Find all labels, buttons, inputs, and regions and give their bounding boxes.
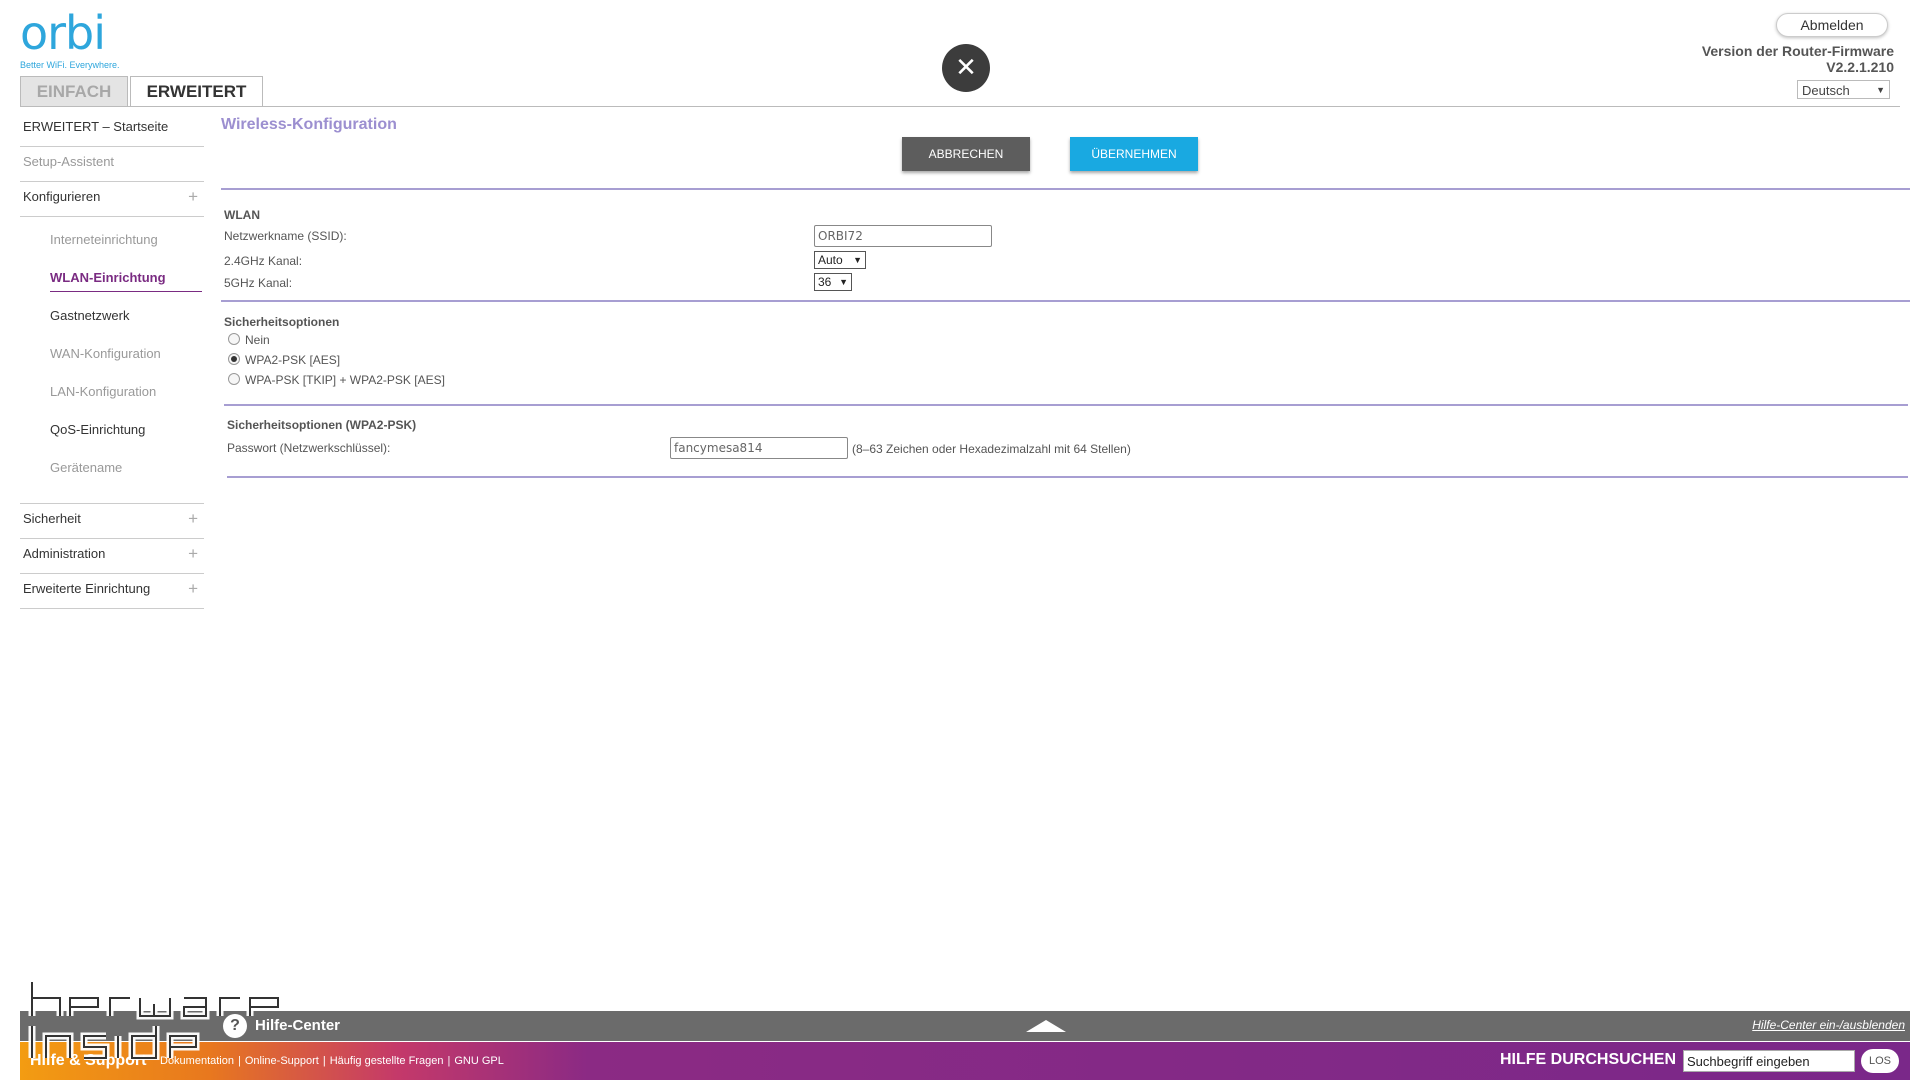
page-title: Wireless-Konfiguration <box>221 116 397 133</box>
sidebar-item-label: ERWEITERT – Startseite <box>23 119 169 134</box>
tab-divider <box>20 106 1900 107</box>
ssid-input[interactable] <box>814 225 992 247</box>
channel-24ghz-label: 2.4GHz Kanal: <box>224 254 303 268</box>
section-divider <box>227 476 1908 478</box>
sidebar-subitem-label: WLAN-Einrichtung <box>50 269 202 292</box>
watermark-logo <box>28 982 282 1060</box>
sidebar-item-label: Sicherheit <box>23 511 81 526</box>
sidebar-item-setup-wizard[interactable]: Setup-Assistent <box>20 147 204 182</box>
firmware-version: V2.2.1.210 <box>1826 59 1894 75</box>
radio-button[interactable] <box>228 353 240 365</box>
help-search-button[interactable]: LOS <box>1861 1049 1899 1073</box>
sidebar-subitem-wan[interactable]: WAN-Konfiguration <box>50 345 204 383</box>
sidebar-subitem-label: Gerätename <box>50 460 123 475</box>
radio-label: WPA-PSK [TKIP] + WPA2-PSK [AES] <box>245 373 445 387</box>
sidebar-subitem-label: LAN-Konfiguration <box>50 384 157 399</box>
sidebar-subitem-label: WAN-Konfiguration <box>50 346 161 361</box>
expand-up-icon[interactable] <box>1026 1020 1066 1032</box>
password-label: Passwort (Netzwerkschlüssel): <box>227 441 391 455</box>
language-select[interactable]: Deutsch ▼ <box>1797 80 1890 99</box>
logo-wordmark: orbi <box>20 6 106 60</box>
link-separator: | <box>447 1055 451 1067</box>
security-options-group: Nein WPA2-PSK [AES] WPA-PSK [TKIP] + WPA… <box>228 330 445 390</box>
security-option-wpa-mixed[interactable]: WPA-PSK [TKIP] + WPA2-PSK [AES] <box>228 370 445 390</box>
help-search-input[interactable] <box>1683 1050 1855 1072</box>
sidebar-item-security[interactable]: Sicherheit + <box>20 504 204 539</box>
radio-label: Nein <box>245 333 270 347</box>
channel-5ghz-value: 36 <box>818 275 832 289</box>
expand-icon[interactable]: + <box>188 539 198 569</box>
wpa2-section-title: Sicherheitsoptionen (WPA2-PSK) <box>227 418 417 432</box>
sidebar-item-advanced-setup[interactable]: Erweiterte Einrichtung + <box>20 574 204 609</box>
sidebar-item-configure[interactable]: Konfigurieren + <box>20 182 204 217</box>
configure-submenu: Interneteinrichtung WLAN-Einrichtung Gas… <box>20 217 204 504</box>
channel-24ghz-value: Auto <box>818 253 843 267</box>
expand-icon[interactable]: + <box>188 182 198 212</box>
sidebar-subitem-lan[interactable]: LAN-Konfiguration <box>50 383 204 421</box>
sidebar-subitem-qos[interactable]: QoS-Einrichtung <box>50 421 204 459</box>
orbi-logo: orbi Better WiFi. Everywhere. <box>20 10 120 70</box>
sidebar-subitem-device-name[interactable]: Gerätename <box>50 459 204 497</box>
apply-button[interactable]: ÜBERNEHMEN <box>1070 137 1198 171</box>
wlan-section-title: WLAN <box>224 208 260 222</box>
sidebar-item-label: Setup-Assistent <box>23 154 115 169</box>
security-option-none[interactable]: Nein <box>228 330 445 350</box>
section-divider <box>221 300 1910 302</box>
sidebar-item-administration[interactable]: Administration + <box>20 539 204 574</box>
cancel-button[interactable]: ABBRECHEN <box>902 137 1030 171</box>
channel-5ghz-label: 5GHz Kanal: <box>224 276 293 290</box>
sidebar-subitem-guest[interactable]: Gastnetzwerk <box>50 307 204 345</box>
tab-einfach[interactable]: EINFACH <box>20 76 128 107</box>
logout-button[interactable]: Abmelden <box>1776 13 1888 37</box>
channel-24ghz-select[interactable]: Auto ▼ <box>814 251 866 269</box>
help-center-toggle-link[interactable]: Hilfe-Center ein-/ausblenden <box>1752 1018 1905 1032</box>
sidebar-subitem-label: QoS-Einrichtung <box>50 422 146 437</box>
sidebar-item-home[interactable]: ERWEITERT – Startseite <box>20 112 204 147</box>
sidebar-subitem-internet[interactable]: Interneteinrichtung <box>50 231 204 269</box>
radio-button[interactable] <box>228 333 240 345</box>
section-divider <box>224 404 1908 406</box>
help-search-label: HILFE DURCHSUCHEN <box>1500 1051 1676 1068</box>
firmware-label: Version der Router-Firmware <box>1701 43 1894 59</box>
expand-icon[interactable]: + <box>188 504 198 534</box>
password-hint: (8–63 Zeichen oder Hexadezimalzahl mit 6… <box>852 442 1131 456</box>
chevron-down-icon: ▼ <box>853 255 862 265</box>
security-option-wpa2[interactable]: WPA2-PSK [AES] <box>228 350 445 370</box>
expand-icon[interactable]: + <box>188 574 198 604</box>
channel-5ghz-select[interactable]: 36 ▼ <box>814 273 852 291</box>
ssid-label: Netzwerkname (SSID): <box>224 229 347 243</box>
security-section-title: Sicherheitsoptionen <box>224 315 340 329</box>
sidebar-item-label: Administration <box>23 546 106 561</box>
close-icon[interactable]: ✕ <box>942 44 990 92</box>
chevron-down-icon: ▼ <box>839 277 848 287</box>
sidebar-item-label: Konfigurieren <box>23 189 101 204</box>
sidebar-subitem-wlan[interactable]: WLAN-Einrichtung <box>50 269 204 307</box>
sidebar-subitem-label: Interneteinrichtung <box>50 232 158 247</box>
logo-tagline: Better WiFi. Everywhere. <box>20 60 120 70</box>
radio-label: WPA2-PSK [AES] <box>245 353 341 367</box>
sidebar-item-label: Erweiterte Einrichtung <box>23 581 151 596</box>
section-divider <box>221 188 1910 190</box>
radio-button[interactable] <box>228 373 240 385</box>
sidebar: ERWEITERT – Startseite Setup-Assistent K… <box>20 112 204 609</box>
tab-erweitert[interactable]: ERWEITERT <box>130 76 263 107</box>
sidebar-subitem-label: Gastnetzwerk <box>50 308 130 323</box>
chevron-down-icon: ▼ <box>1876 85 1885 95</box>
password-input[interactable] <box>670 437 848 459</box>
footer-link-gnu-gpl[interactable]: GNU GPL <box>454 1055 504 1067</box>
language-value: Deutsch <box>1802 83 1850 98</box>
